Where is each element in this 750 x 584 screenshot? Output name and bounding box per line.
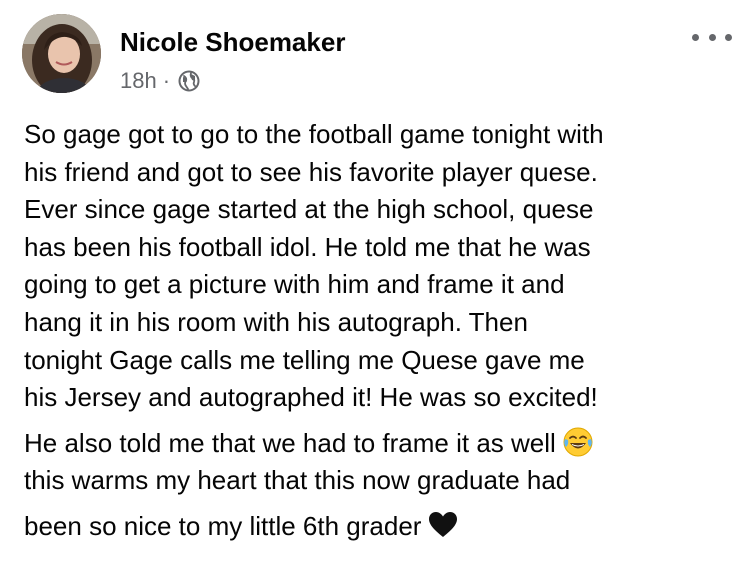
post-text-line: going to get a picture with him and fram…	[24, 269, 565, 300]
black-heart-emoji	[429, 511, 458, 537]
post-text-line-with-emoji: been so nice to my little 6th grader	[24, 508, 739, 546]
post-text-line: tonight Gage calls me telling me Quese g…	[24, 344, 585, 375]
meta-separator: ·	[162, 68, 171, 93]
post-meta: 18h ·	[120, 66, 200, 96]
globe-icon[interactable]	[178, 70, 200, 92]
post-text-line: So gage got to go to the football game t…	[24, 119, 604, 149]
tears-of-joy-emoji	[563, 427, 593, 457]
profile-photo	[22, 14, 101, 93]
post-body: So gage got to go to the football game t…	[24, 116, 739, 546]
post-text-line: this warms my heart that this now gradua…	[24, 465, 571, 496]
post-text-line: his Jersey and autographed it! He was so…	[24, 382, 598, 413]
post-text-line-with-emoji: He also told me that we had to frame it …	[24, 425, 739, 463]
post-timestamp[interactable]: 18h	[120, 66, 157, 96]
avatar[interactable]	[22, 14, 101, 93]
dot-icon	[725, 33, 732, 41]
dot-icon	[708, 33, 716, 41]
post-text-line: hang it in his room with his autograph. …	[24, 306, 528, 337]
post-text-line: his friend and got to see his favorite p…	[24, 156, 598, 187]
post-text-line: He also told me that we had to frame it …	[24, 427, 556, 458]
post-text-line: Ever since gage started at the high scho…	[24, 194, 594, 225]
more-options-icon[interactable]	[692, 22, 732, 52]
author-name[interactable]: Nicole Shoemaker	[120, 25, 345, 59]
dot-icon	[692, 33, 699, 41]
post-text-line: has been his football idol. He told me t…	[24, 231, 591, 262]
post-text-line: been so nice to my little 6th grader	[24, 510, 422, 541]
facebook-post: Nicole Shoemaker 18h · So gage got to go…	[0, 0, 750, 584]
